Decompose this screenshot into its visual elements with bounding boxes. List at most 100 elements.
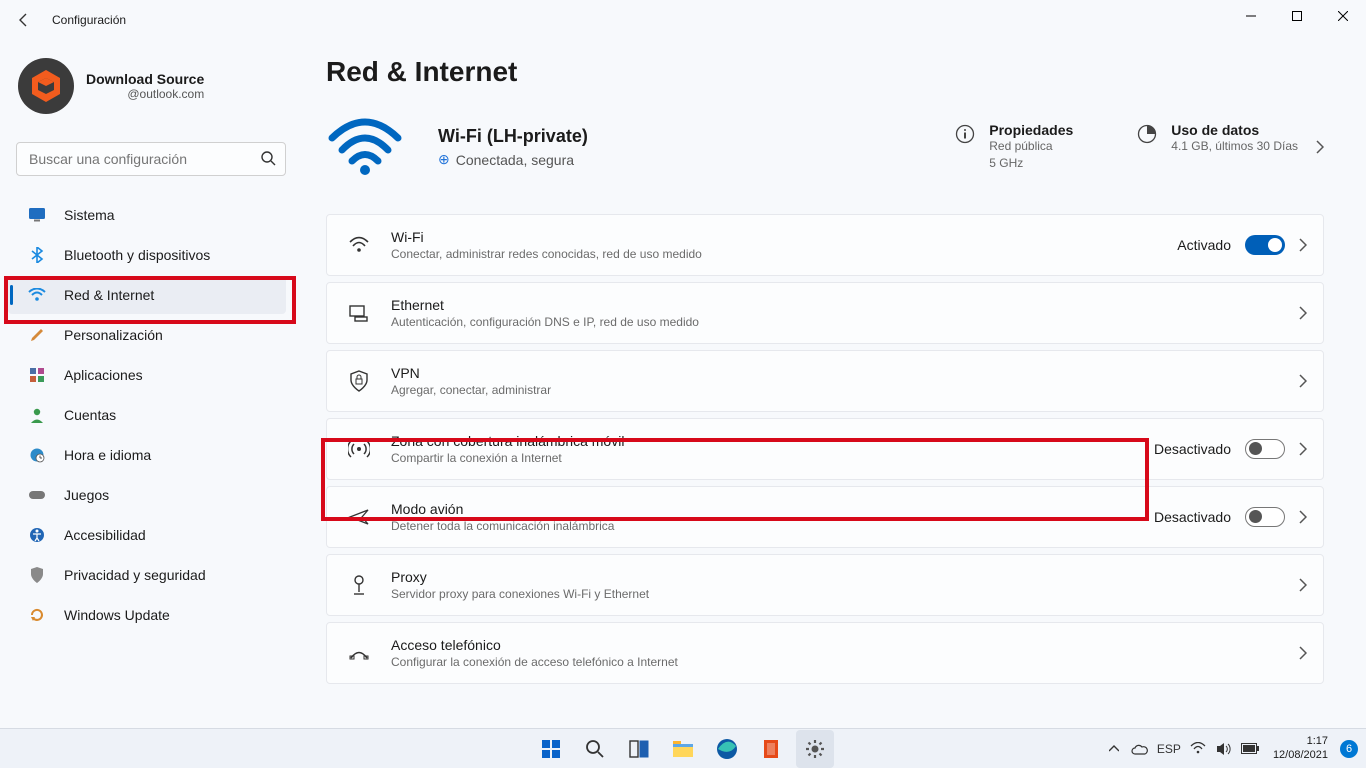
nav-privacy[interactable]: Privacidad y seguridad xyxy=(8,556,286,594)
maximize-button[interactable] xyxy=(1274,0,1320,32)
card-proxy[interactable]: Proxy Servidor proxy para conexiones Wi-… xyxy=(326,554,1324,616)
nav-bluetooth[interactable]: Bluetooth y dispositivos xyxy=(8,236,286,274)
explorer-icon[interactable] xyxy=(664,730,702,768)
accessibility-icon xyxy=(28,526,46,544)
connection-hero: Wi-Fi (LH-private) ⊕ Conectada, segura Pr… xyxy=(326,116,1324,178)
nav-label: Sistema xyxy=(64,207,115,223)
wifi-icon xyxy=(347,233,371,257)
card-sub: Servidor proxy para conexiones Wi-Fi y E… xyxy=(391,587,1299,601)
battery-icon[interactable] xyxy=(1241,740,1259,758)
chevron-right-icon xyxy=(1299,646,1307,660)
airplane-icon xyxy=(347,505,371,529)
notification-badge[interactable]: 6 xyxy=(1340,740,1358,758)
proxy-icon xyxy=(347,573,371,597)
properties-title: Propiedades xyxy=(989,122,1073,138)
wifi-toggle[interactable] xyxy=(1245,235,1285,255)
toggle-label: Desactivado xyxy=(1154,509,1231,525)
dialup-icon xyxy=(347,641,371,665)
shield-icon xyxy=(28,566,46,584)
nav-network[interactable]: Red & Internet xyxy=(8,276,286,314)
wifi-icon xyxy=(28,286,46,304)
account-email: @outlook.com xyxy=(86,87,204,101)
nav-update[interactable]: Windows Update xyxy=(8,596,286,634)
onedrive-icon[interactable] xyxy=(1131,740,1149,758)
hotspot-toggle[interactable] xyxy=(1245,439,1285,459)
data-usage-title: Uso de datos xyxy=(1171,122,1298,138)
ethernet-icon xyxy=(347,301,371,325)
card-wifi[interactable]: Wi-Fi Conectar, administrar redes conoci… xyxy=(326,214,1324,276)
nav-label: Hora e idioma xyxy=(64,447,151,463)
search-input[interactable] xyxy=(16,142,286,176)
nav-label: Accesibilidad xyxy=(64,527,146,543)
data-usage-icon xyxy=(1137,124,1159,146)
chevron-right-icon xyxy=(1299,510,1307,524)
main-content: Red & Internet Wi-Fi (LH-private) ⊕ Conec… xyxy=(326,40,1324,728)
language-indicator[interactable]: ESP xyxy=(1157,740,1181,758)
properties-card[interactable]: Propiedades Red pública 5 GHz xyxy=(955,122,1073,172)
person-icon xyxy=(28,406,46,424)
card-hotspot[interactable]: Zona con cobertura inalámbrica móvil Com… xyxy=(326,418,1324,480)
card-airplane[interactable]: Modo avión Detener toda la comunicación … xyxy=(326,486,1324,548)
taskbar-center xyxy=(532,730,834,768)
settings-cards: Wi-Fi Conectar, administrar redes conoci… xyxy=(326,214,1324,684)
nav-accessibility[interactable]: Accesibilidad xyxy=(8,516,286,554)
card-title: Modo avión xyxy=(391,501,1154,517)
nav-label: Windows Update xyxy=(64,607,170,623)
account-block[interactable]: Download Source @outlook.com xyxy=(8,48,300,124)
window-controls xyxy=(1228,0,1366,32)
tray-wifi-icon[interactable] xyxy=(1189,740,1207,758)
nav-label: Cuentas xyxy=(64,407,116,423)
paintbrush-icon xyxy=(28,326,46,344)
clock[interactable]: 1:17 12/08/2021 xyxy=(1273,735,1328,761)
system-tray: ESP 1:17 12/08/2021 6 xyxy=(1105,735,1358,761)
vpn-shield-icon xyxy=(347,369,371,393)
tray-chevron-icon[interactable] xyxy=(1105,740,1123,758)
data-usage-card[interactable]: Uso de datos 4.1 GB, últimos 30 Días xyxy=(1137,122,1324,172)
globe-icon: ⊕ xyxy=(438,151,450,168)
office-icon[interactable] xyxy=(752,730,790,768)
clock-time: 1:17 xyxy=(1273,735,1328,748)
card-ethernet[interactable]: Ethernet Autenticación, configuración DN… xyxy=(326,282,1324,344)
connection-status: Conectada, segura xyxy=(456,152,574,168)
taskbar-search[interactable] xyxy=(576,730,614,768)
properties-line2: 5 GHz xyxy=(989,155,1073,172)
nav-label: Privacidad y seguridad xyxy=(64,567,206,583)
chevron-right-icon xyxy=(1299,442,1307,456)
card-title: Proxy xyxy=(391,569,1299,585)
start-button[interactable] xyxy=(532,730,570,768)
nav-apps[interactable]: Aplicaciones xyxy=(8,356,286,394)
card-dialup[interactable]: Acceso telefónico Configurar la conexión… xyxy=(326,622,1324,684)
card-sub: Agregar, conectar, administrar xyxy=(391,383,1299,397)
toggle-label: Activado xyxy=(1177,237,1231,253)
nav-accounts[interactable]: Cuentas xyxy=(8,396,286,434)
wifi-large-icon xyxy=(326,116,404,178)
card-sub: Autenticación, configuración DNS e IP, r… xyxy=(391,315,1299,329)
hotspot-icon xyxy=(347,437,371,461)
airplane-toggle[interactable] xyxy=(1245,507,1285,527)
properties-line1: Red pública xyxy=(989,138,1073,155)
card-sub: Compartir la conexión a Internet xyxy=(391,451,1154,465)
gamepad-icon xyxy=(28,486,46,504)
close-button[interactable] xyxy=(1320,0,1366,32)
globe-clock-icon xyxy=(28,446,46,464)
clock-date: 12/08/2021 xyxy=(1273,749,1328,762)
card-sub: Configurar la conexión de acceso telefón… xyxy=(391,655,1299,669)
task-view[interactable] xyxy=(620,730,658,768)
nav-personalization[interactable]: Personalización xyxy=(8,316,286,354)
card-vpn[interactable]: VPN Agregar, conectar, administrar xyxy=(326,350,1324,412)
volume-icon[interactable] xyxy=(1215,740,1233,758)
nav-system[interactable]: Sistema xyxy=(8,196,286,234)
nav-time[interactable]: Hora e idioma xyxy=(8,436,286,474)
monitor-icon xyxy=(28,206,46,224)
nav-gaming[interactable]: Juegos xyxy=(8,476,286,514)
settings-icon[interactable] xyxy=(796,730,834,768)
page-title: Red & Internet xyxy=(326,56,1324,88)
edge-icon[interactable] xyxy=(708,730,746,768)
back-button[interactable] xyxy=(8,4,40,36)
chevron-right-icon xyxy=(1299,306,1307,320)
ssid-label: Wi-Fi (LH-private) xyxy=(438,126,798,147)
minimize-button[interactable] xyxy=(1228,0,1274,32)
nav-label: Aplicaciones xyxy=(64,367,143,383)
toggle-label: Desactivado xyxy=(1154,441,1231,457)
window-title: Configuración xyxy=(52,13,126,27)
